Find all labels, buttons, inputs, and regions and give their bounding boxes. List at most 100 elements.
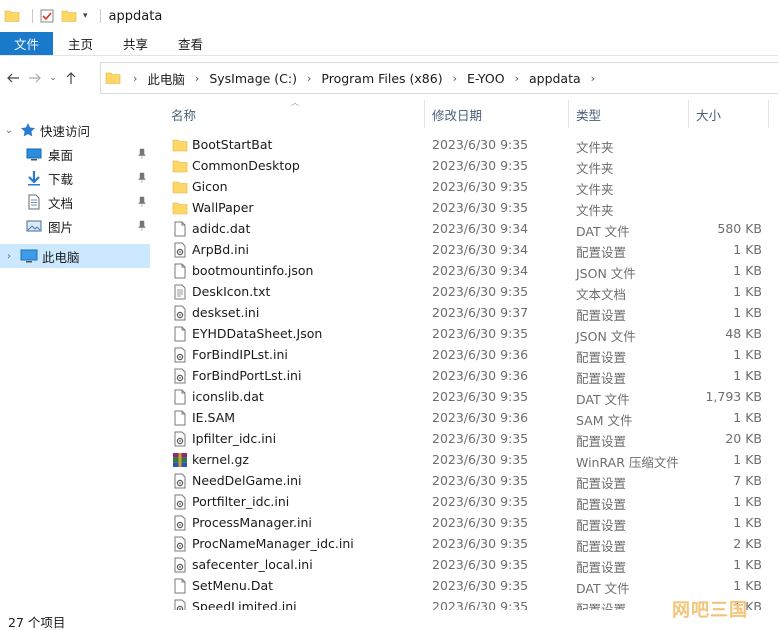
file-row[interactable]: Portfilter_idc.ini 2023/6/30 9:35 配置设置 1 KB <box>160 491 778 512</box>
file-size: 1 KB <box>733 368 762 383</box>
nav-quick-access[interactable]: ⌄ 快速访问 <box>0 118 150 142</box>
sort-ascending-icon: ︿ <box>291 98 299 107</box>
breadcrumb-e-yoo[interactable]: E-YOO <box>467 71 505 86</box>
folder-icon[interactable] <box>4 8 20 24</box>
file-row[interactable]: bootmountinfo.json 2023/6/30 9:34 JSON 文件 1… <box>160 260 778 281</box>
tab-home[interactable]: 主页 <box>53 32 108 55</box>
file-row[interactable]: kernel.gz 2023/6/30 9:35 WinRAR 压缩文件 1 KB <box>160 449 778 470</box>
file-name: Ipfilter_idc.ini <box>192 431 277 446</box>
file-row[interactable]: SetMenu.Dat 2023/6/30 9:35 DAT 文件 1 KB <box>160 575 778 596</box>
breadcrumb-program-files[interactable]: Program Files (x86) <box>321 71 442 86</box>
nav-this-pc[interactable]: › 此电脑 <box>0 244 150 268</box>
column-header-date[interactable]: 修改日期 <box>432 100 482 128</box>
nav-label: 文档 <box>48 195 74 211</box>
file-name: Gicon <box>192 179 228 194</box>
file-size: 1 KB <box>733 347 762 362</box>
pin-icon[interactable] <box>137 220 147 232</box>
file-row[interactable]: Gicon 2023/6/30 9:35 文件夹 <box>160 176 778 197</box>
file-row[interactable]: Ipfilter_idc.ini 2023/6/30 9:35 配置设置 20 KB <box>160 428 778 449</box>
nav-item-desktop[interactable]: 桌面 <box>0 142 150 166</box>
file-date: 2023/6/30 9:37 <box>432 305 529 320</box>
chevron-right-icon[interactable]: › <box>591 72 595 85</box>
column-divider[interactable] <box>568 100 569 128</box>
back-button[interactable] <box>2 66 24 90</box>
file-list: BootStartBat 2023/6/30 9:35 文件夹 CommonDeskt… <box>160 134 778 610</box>
file-date: 2023/6/30 9:34 <box>432 221 529 236</box>
file-date: 2023/6/30 9:35 <box>432 326 529 341</box>
settings-file-icon <box>172 305 188 321</box>
file-row[interactable]: adidc.dat 2023/6/30 9:34 DAT 文件 580 KB <box>160 218 778 239</box>
file-type: 配置设置 <box>576 539 627 554</box>
file-row[interactable]: IE.SAM 2023/6/30 9:36 SAM 文件 1 KB <box>160 407 778 428</box>
column-header-name[interactable]: 名称 <box>171 100 196 128</box>
file-row[interactable]: ProcessManager.ini 2023/6/30 9:35 配置设置 1 KB <box>160 512 778 533</box>
breadcrumb-drive[interactable]: SysImage (C:) <box>209 71 297 86</box>
column-divider[interactable] <box>768 100 769 128</box>
file-row[interactable]: WallPaper 2023/6/30 9:35 文件夹 <box>160 197 778 218</box>
file-row[interactable]: ForBindPortLst.ini 2023/6/30 9:36 配置设置 1 KB <box>160 365 778 386</box>
folder-icon <box>172 200 188 216</box>
customize-toolbar-icon[interactable]: ▾ <box>83 11 88 21</box>
file-type: DAT 文件 <box>576 224 630 239</box>
chevron-right-icon[interactable]: › <box>515 72 519 85</box>
column-header-type[interactable]: 类型 <box>576 100 601 128</box>
column-divider[interactable] <box>424 100 425 128</box>
file-row[interactable]: ProcNameManager_idc.ini 2023/6/30 9:35 配置设… <box>160 533 778 554</box>
file-row[interactable]: deskset.ini 2023/6/30 9:37 配置设置 1 KB <box>160 302 778 323</box>
chevron-right-icon[interactable]: › <box>195 72 199 85</box>
file-row[interactable]: safecenter_local.ini 2023/6/30 9:35 配置设置 1 … <box>160 554 778 575</box>
file-row[interactable]: ForBindIPLst.ini 2023/6/30 9:36 配置设置 1 KB <box>160 344 778 365</box>
breadcrumb-this-pc[interactable]: 此电脑 <box>147 69 185 88</box>
file-date: 2023/6/30 9:36 <box>432 347 529 362</box>
nav-label: 下载 <box>48 171 74 187</box>
file-date: 2023/6/30 9:35 <box>432 557 529 572</box>
file-row[interactable]: ArpBd.ini 2023/6/30 9:34 配置设置 1 KB <box>160 239 778 260</box>
chevron-down-icon[interactable]: ⌄ <box>2 125 16 136</box>
chevron-right-icon[interactable]: › <box>2 251 16 262</box>
chevron-right-icon[interactable]: › <box>307 72 311 85</box>
address-bar[interactable]: › 此电脑 › SysImage (C:) › Program Files (x… <box>100 62 778 94</box>
file-row[interactable]: EYHDDataSheet.Json 2023/6/30 9:35 JSON 文件 4… <box>160 323 778 344</box>
file-type: 配置设置 <box>576 560 627 575</box>
column-divider[interactable] <box>688 100 689 128</box>
pin-icon[interactable] <box>137 148 147 160</box>
file-date: 2023/6/30 9:35 <box>432 452 529 467</box>
tab-view[interactable]: 查看 <box>163 32 218 55</box>
tab-share[interactable]: 共享 <box>108 32 163 55</box>
file-row[interactable]: CommonDesktop 2023/6/30 9:35 文件夹 <box>160 155 778 176</box>
pin-icon[interactable] <box>137 196 147 208</box>
file-size: 1 KB <box>733 242 762 257</box>
properties-icon[interactable] <box>39 8 55 24</box>
new-folder-icon[interactable] <box>61 8 77 24</box>
pin-icon[interactable] <box>137 172 147 184</box>
file-row[interactable]: iconslib.dat 2023/6/30 9:35 DAT 文件 1,793 KB <box>160 386 778 407</box>
forward-button[interactable] <box>24 66 46 90</box>
file-row[interactable]: DeskIcon.txt 2023/6/30 9:35 文本文档 1 KB <box>160 281 778 302</box>
file-type: 配置设置 <box>576 497 627 512</box>
file-row[interactable]: NeedDelGame.ini 2023/6/30 9:35 配置设置 7 KB <box>160 470 778 491</box>
file-row[interactable]: BootStartBat 2023/6/30 9:35 文件夹 <box>160 134 778 155</box>
tab-file[interactable]: 文件 <box>0 32 54 55</box>
nav-item-documents[interactable]: 文档 <box>0 190 150 214</box>
settings-file-icon <box>172 494 188 510</box>
settings-file-icon <box>172 473 188 489</box>
navigation-bar: ⌄ › 此电脑 › SysImage (C:) › Program Files … <box>0 62 778 94</box>
file-type: JSON 文件 <box>576 266 636 281</box>
up-button[interactable] <box>60 66 82 90</box>
chevron-right-icon[interactable]: › <box>133 72 137 85</box>
file-type: 文件夹 <box>576 140 614 155</box>
file-name: adidc.dat <box>192 221 251 236</box>
file-size: 580 KB <box>717 221 762 236</box>
file-date: 2023/6/30 9:35 <box>432 389 529 404</box>
nav-item-pictures[interactable]: 图片 <box>0 214 150 238</box>
file-icon <box>172 263 188 279</box>
file-name: ProcNameManager_idc.ini <box>192 536 354 551</box>
column-header-size[interactable]: 大小 <box>696 100 721 128</box>
computer-icon <box>20 248 38 264</box>
recent-locations-chevron-icon[interactable]: ⌄ <box>46 66 60 90</box>
nav-item-downloads[interactable]: 下载 <box>0 166 150 190</box>
breadcrumb-appdata[interactable]: appdata <box>529 71 581 86</box>
file-date: 2023/6/30 9:35 <box>432 179 529 194</box>
chevron-right-icon[interactable]: › <box>453 72 457 85</box>
folder-icon <box>172 137 188 153</box>
